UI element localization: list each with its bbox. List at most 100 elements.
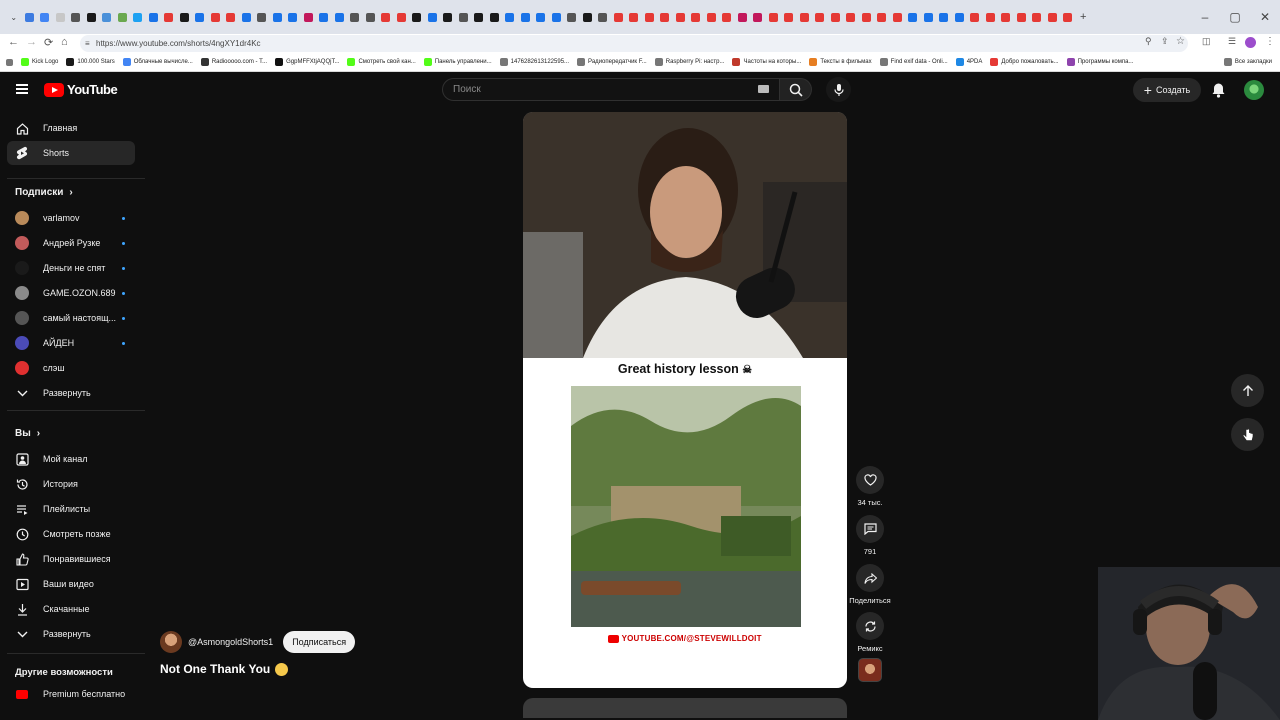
extensions-icon[interactable]: ◫	[1202, 36, 1211, 47]
like-icon[interactable]	[856, 466, 884, 494]
sidebar-item-shorts[interactable]: Shorts	[7, 141, 135, 165]
all-bookmarks-button[interactable]: Все закладки	[1223, 58, 1280, 66]
browser-tab[interactable]	[735, 4, 751, 30]
you-expand[interactable]: Развернуть	[7, 622, 135, 646]
tab-search-icon[interactable]: ⌄	[6, 4, 22, 30]
zoom-icon[interactable]: ⚲	[1145, 36, 1152, 47]
remix-icon[interactable]	[856, 612, 884, 640]
subscription-item[interactable]: Деньги не спят	[7, 256, 135, 280]
sidebar-item-premium[interactable]: Premium бесплатно	[7, 682, 135, 706]
browser-tab[interactable]	[952, 4, 968, 30]
comments-action[interactable]: 791	[849, 515, 891, 556]
like-action[interactable]: 34 тыс.	[849, 466, 891, 507]
browser-tab[interactable]	[797, 4, 813, 30]
url-field[interactable]: ≡ https://www.youtube.com/shorts/4ngXY1d…	[80, 35, 1188, 52]
browser-tab[interactable]	[223, 4, 239, 30]
browser-tab[interactable]	[316, 4, 332, 30]
browser-tab[interactable]	[1029, 4, 1045, 30]
browser-tab[interactable]	[828, 4, 844, 30]
browser-tab[interactable]	[332, 4, 348, 30]
apps-icon[interactable]	[6, 58, 13, 66]
search-input[interactable]: Поиск	[442, 78, 780, 101]
browser-tab[interactable]	[533, 4, 549, 30]
browser-tab[interactable]	[53, 4, 69, 30]
browser-tab[interactable]	[642, 4, 658, 30]
browser-tab[interactable]	[998, 4, 1014, 30]
channel-avatar[interactable]	[160, 631, 182, 653]
home-nav-icon[interactable]: ⌂	[61, 36, 68, 48]
profile-icon[interactable]	[1245, 37, 1256, 48]
bookmark-item[interactable]: Radiooooo.com - T...	[200, 58, 267, 66]
previous-short-button[interactable]	[1231, 374, 1264, 407]
bookmark-item[interactable]: Find exif data - Onli...	[879, 58, 948, 66]
browser-tab[interactable]	[905, 4, 921, 30]
sidebar-item-download[interactable]: Скачанные	[7, 597, 135, 621]
browser-tab[interactable]	[301, 4, 317, 30]
browser-tab[interactable]	[750, 4, 766, 30]
browser-tab[interactable]	[688, 4, 704, 30]
browser-tab[interactable]	[84, 4, 100, 30]
browser-tab[interactable]	[719, 4, 735, 30]
sidebar-item-playlists[interactable]: Плейлисты	[7, 497, 135, 521]
sidebar-item-watch-later[interactable]: Смотреть позже	[7, 522, 135, 546]
search-button[interactable]	[780, 78, 812, 101]
browser-tab[interactable]	[921, 4, 937, 30]
share-action[interactable]: Поделиться	[849, 564, 891, 605]
browser-tab[interactable]	[564, 4, 580, 30]
browser-tab[interactable]	[626, 4, 642, 30]
create-button[interactable]: + Создать	[1133, 78, 1201, 102]
browser-tab[interactable]	[781, 4, 797, 30]
short-title[interactable]: Not One Thank You	[160, 662, 289, 676]
browser-tab[interactable]	[673, 4, 689, 30]
sidebar-item-channel[interactable]: Мой канал	[7, 447, 135, 471]
remix-action[interactable]: Ремикс	[849, 612, 891, 653]
bookmark-item[interactable]: Смотреть свой кан...	[347, 58, 416, 66]
bookmark-item[interactable]: Raspberry Pi: настр...	[654, 58, 724, 66]
browser-tab[interactable]	[1014, 4, 1030, 30]
browser-tab[interactable]	[177, 4, 193, 30]
browser-tab[interactable]	[967, 4, 983, 30]
guide-menu-icon[interactable]	[16, 84, 28, 94]
bookmark-item[interactable]: Добро пожаловать...	[990, 58, 1059, 66]
browser-tab[interactable]	[99, 4, 115, 30]
forward-icon[interactable]: →	[26, 36, 37, 48]
browser-tab[interactable]	[518, 4, 534, 30]
browser-tab[interactable]	[270, 4, 286, 30]
bookmark-item[interactable]: 100.000 Stars	[66, 58, 115, 66]
sidebar-item-home[interactable]: Главная	[7, 116, 135, 140]
you-heading[interactable]: Вы ›	[15, 428, 40, 439]
bookmark-item[interactable]: Радиопередатчик F...	[577, 58, 647, 66]
subscription-item[interactable]: слэш	[7, 356, 135, 380]
browser-tab[interactable]	[812, 4, 828, 30]
minimize-button[interactable]: –	[1190, 0, 1220, 34]
sound-thumbnail[interactable]	[858, 658, 882, 682]
subscription-item[interactable]: самый настоящ...	[7, 306, 135, 330]
browser-tab[interactable]	[409, 4, 425, 30]
browser-tab[interactable]	[394, 4, 410, 30]
browser-tab[interactable]	[192, 4, 208, 30]
sidebar-item-your-videos[interactable]: Ваши видео	[7, 572, 135, 596]
channel-name[interactable]: @AsmongoldShorts1	[188, 637, 273, 647]
browser-tab[interactable]	[146, 4, 162, 30]
bookmark-star-icon[interactable]: ☆	[1176, 36, 1185, 47]
browser-tab[interactable]	[285, 4, 301, 30]
browser-tab[interactable]	[580, 4, 596, 30]
shorts-player[interactable]: Great history lesson ☠ YOUTUBE.COM/@STEV…	[523, 112, 847, 688]
browser-tab[interactable]	[363, 4, 379, 30]
next-short-button[interactable]	[1231, 418, 1264, 451]
subscription-item[interactable]: АЙДЕН	[7, 331, 135, 355]
new-tab-button[interactable]: +	[1076, 4, 1092, 30]
bookmark-item[interactable]: Программы компа...	[1066, 58, 1133, 66]
browser-tab[interactable]	[68, 4, 84, 30]
browser-tab[interactable]	[843, 4, 859, 30]
browser-tab[interactable]	[130, 4, 146, 30]
bookmark-item[interactable]: Облачные вычисле...	[122, 58, 193, 66]
browser-tab[interactable]	[611, 4, 627, 30]
browser-tab[interactable]	[704, 4, 720, 30]
subscription-item[interactable]: varlamov	[7, 206, 135, 230]
account-avatar[interactable]	[1244, 80, 1264, 100]
browser-tab[interactable]	[378, 4, 394, 30]
bookmark-item[interactable]: 1476282613122595...	[499, 58, 569, 66]
subscriptions-heading[interactable]: Подписки ›	[15, 187, 73, 198]
browser-tab[interactable]	[115, 4, 131, 30]
